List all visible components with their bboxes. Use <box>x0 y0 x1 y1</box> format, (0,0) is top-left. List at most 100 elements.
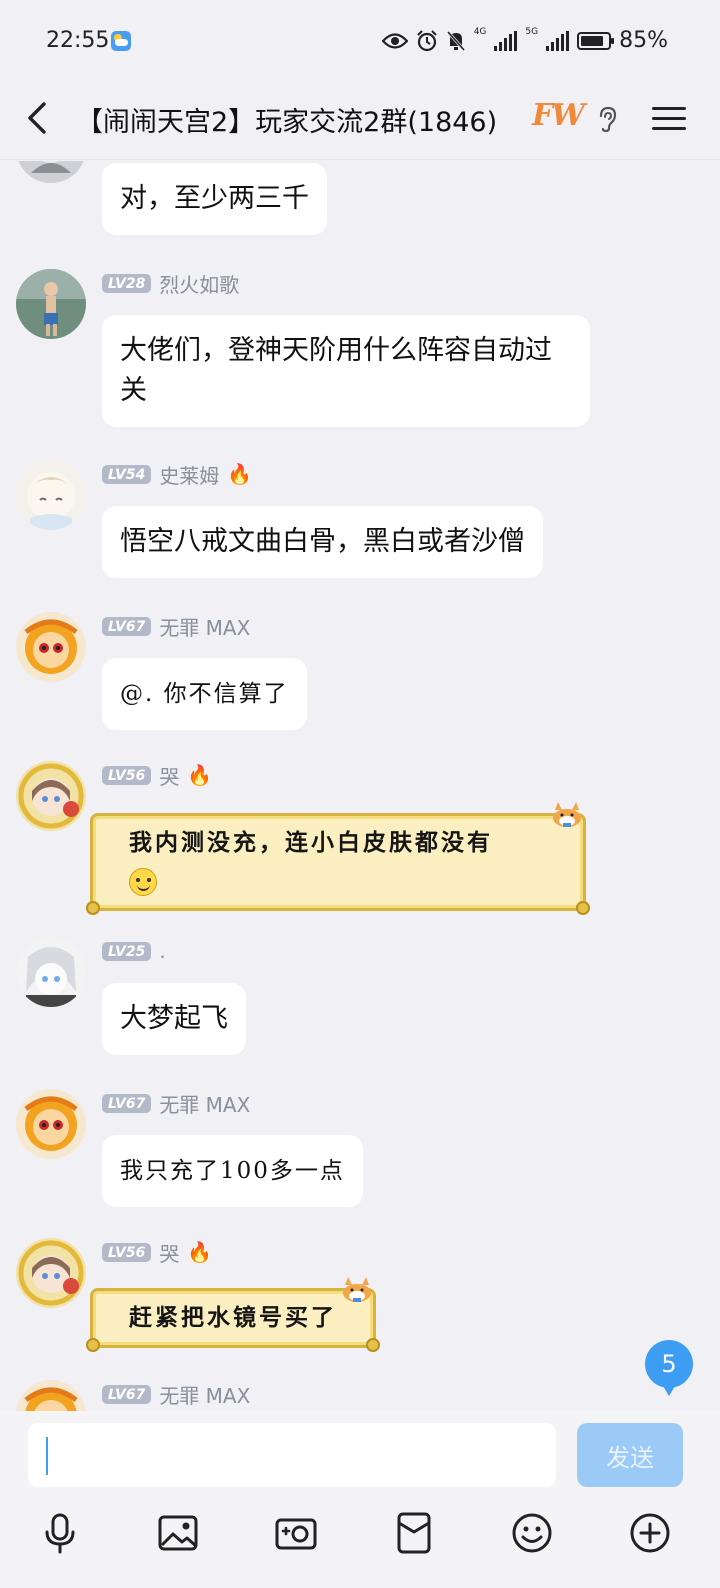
corgi-decoration-icon <box>553 802 581 827</box>
ear-icon[interactable] <box>594 104 620 134</box>
chat-header: 【闹闹天宫2】玩家交流2群(1846) FW <box>0 82 720 160</box>
avatar-image <box>16 460 86 530</box>
page-title[interactable]: 【闹闹天宫2】玩家交流2群(1846) <box>76 100 497 139</box>
avatar[interactable] <box>16 761 86 831</box>
sender-name[interactable]: 哭 <box>159 1238 179 1267</box>
avatar-image <box>16 1238 86 1308</box>
emoji-icon <box>512 1513 552 1553</box>
net-5g-label: 5G <box>525 27 539 37</box>
avatar-image <box>16 1089 86 1159</box>
mic-icon <box>45 1513 75 1554</box>
avatar[interactable] <box>16 1380 86 1411</box>
message-meta: LV25 . <box>102 939 166 963</box>
avatar-image <box>16 269 86 339</box>
avatar[interactable] <box>16 460 86 530</box>
eye-icon <box>381 32 408 49</box>
menu-icon-line <box>652 127 686 130</box>
message-meta: LV28 烈火如歌 <box>102 269 239 298</box>
sender-name[interactable]: 哭 <box>159 761 179 790</box>
emoji-button[interactable] <box>510 1511 554 1555</box>
level-badge: LV67 <box>102 616 152 636</box>
avatar[interactable] <box>16 1089 86 1159</box>
input-area: 发送 <box>0 1411 720 1588</box>
avatar[interactable] <box>16 161 86 183</box>
level-badge: LV56 <box>102 1242 152 1262</box>
sender-name[interactable]: 无罪 MAX <box>159 1380 250 1409</box>
message-bubble[interactable]: 悟空八戒文曲白骨，黑白或者沙僧 <box>102 506 543 578</box>
sender-name[interactable]: 无罪 MAX <box>159 1089 250 1118</box>
level-badge: LV67 <box>102 1093 152 1113</box>
menu-icon-line <box>652 117 686 120</box>
message-text: 赶紧把水镜号买了 <box>129 1304 337 1331</box>
fire-icon: 🔥 <box>227 462 253 486</box>
smile-emoji-icon <box>129 868 157 896</box>
signal-4g-icon <box>494 30 518 51</box>
avatar-image <box>16 1380 86 1411</box>
status-icons: 4G 5G 85% <box>381 27 668 53</box>
avatar-image <box>16 937 86 1007</box>
red-packet-button[interactable] <box>392 1511 436 1555</box>
message-bubble[interactable]: 我只充了100多一点 <box>102 1135 363 1207</box>
avatar[interactable] <box>16 937 86 1007</box>
camera-icon <box>275 1518 317 1550</box>
message-bubble[interactable]: 大佬们，登神天阶用什么阵容自动过关 <box>102 315 590 427</box>
plus-icon <box>630 1513 670 1553</box>
camera-button[interactable] <box>274 1511 318 1555</box>
message-bubble[interactable]: 赶紧把水镜号买了 <box>86 1277 380 1352</box>
message-meta: LV67 无罪 MAX <box>102 612 250 641</box>
message-bubble[interactable]: @. 你不信算了 <box>102 658 307 730</box>
message-list[interactable]: 对，至少两三千 LV28 烈火如歌 大佬们，登神天阶用什么阵容自动过关 LV54… <box>0 161 720 1411</box>
message-bubble[interactable]: 我内测没充，连小白皮肤都没有 <box>86 802 590 915</box>
message-input[interactable] <box>28 1423 556 1487</box>
level-badge: LV25 <box>102 941 152 961</box>
signal-5g-icon <box>546 30 570 51</box>
battery-percent: 85% <box>619 28 668 53</box>
message-meta: LV67 无罪 MAX <box>102 1089 250 1118</box>
image-button[interactable] <box>156 1511 200 1555</box>
message-meta: LV54 史莱姆 🔥 <box>102 460 253 489</box>
weather-icon <box>111 31 131 51</box>
avatar-image <box>16 612 86 682</box>
unread-count-badge[interactable]: 5 <box>645 1340 693 1396</box>
menu-button[interactable] <box>652 102 686 136</box>
avatar-image <box>16 761 86 831</box>
message-bubble[interactable]: 对，至少两三千 <box>102 163 327 235</box>
sender-name[interactable]: . <box>159 939 165 963</box>
alarm-icon <box>416 29 437 51</box>
text-caret <box>46 1437 48 1475</box>
avatar[interactable] <box>16 269 86 339</box>
level-badge: LV56 <box>102 765 152 785</box>
avatar-image <box>16 161 86 183</box>
chevron-left-icon <box>28 102 46 134</box>
message-bubble[interactable]: 大梦起飞 <box>102 983 246 1055</box>
voice-button[interactable] <box>38 1511 82 1555</box>
level-badge: LV54 <box>102 464 152 484</box>
red-packet-icon <box>397 1512 431 1554</box>
avatar[interactable] <box>16 612 86 682</box>
net-4g-label: 4G <box>473 27 487 37</box>
sender-name[interactable]: 烈火如歌 <box>159 269 239 298</box>
sender-name[interactable]: 史莱姆 <box>159 460 219 489</box>
mute-bell-icon <box>446 30 465 51</box>
corgi-decoration-icon <box>343 1277 371 1302</box>
status-bar: 22:55 4G 5G 85% <box>0 0 720 82</box>
level-badge: LV67 <box>102 1384 152 1404</box>
send-button[interactable]: 发送 <box>577 1423 683 1487</box>
fire-icon: 🔥 <box>187 763 213 787</box>
status-time: 22:55 <box>46 28 110 53</box>
level-badge: LV28 <box>102 273 152 293</box>
image-icon <box>158 1515 198 1551</box>
message-meta: LV67 无罪 MAX <box>102 1380 250 1409</box>
message-meta: LV56 哭 🔥 <box>102 1238 213 1267</box>
battery-icon <box>577 31 615 50</box>
back-button[interactable] <box>18 96 58 140</box>
message-text: 我内测没充，连小白皮肤都没有 <box>129 829 493 856</box>
more-button[interactable] <box>628 1511 672 1555</box>
message-meta: LV56 哭 🔥 <box>102 761 213 790</box>
avatar[interactable] <box>16 1238 86 1308</box>
menu-icon <box>652 107 686 110</box>
fire-icon: 🔥 <box>187 1240 213 1264</box>
input-toolbar <box>0 1507 720 1567</box>
sender-name[interactable]: 无罪 MAX <box>159 612 250 641</box>
group-badge: FW <box>532 98 585 133</box>
